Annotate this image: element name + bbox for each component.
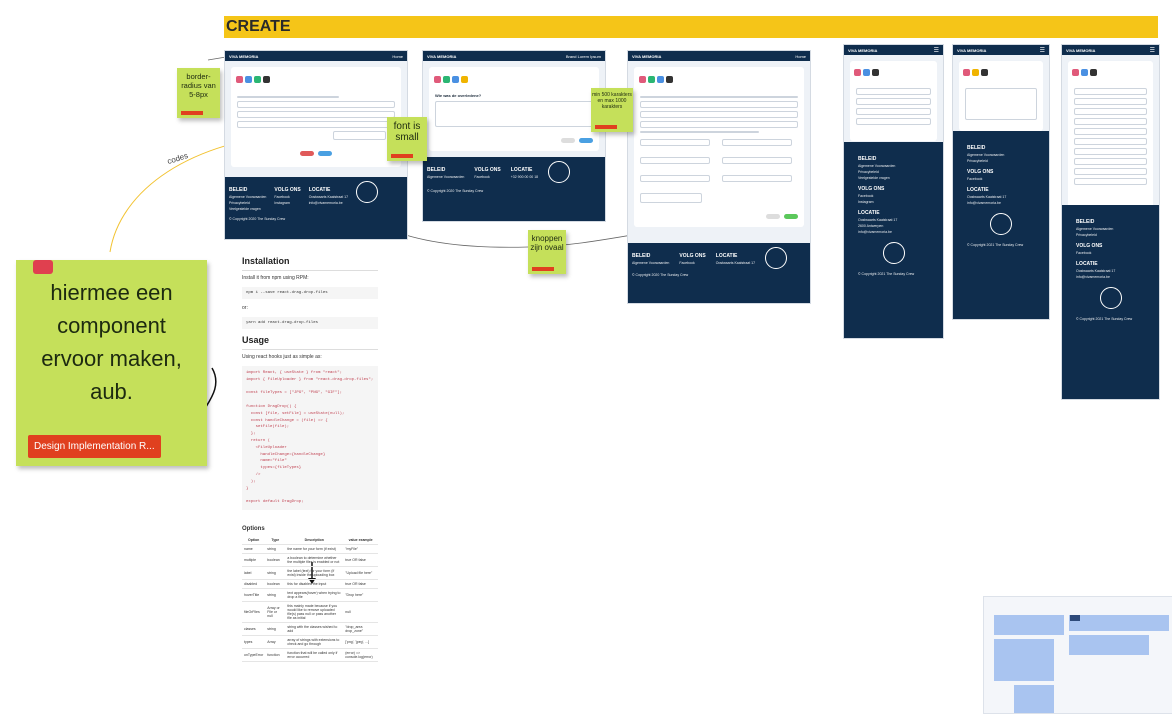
table-cell: name bbox=[242, 544, 266, 554]
table-cell: Array bbox=[265, 635, 286, 649]
bird-logo-icon bbox=[882, 242, 905, 264]
comment-icon[interactable] bbox=[33, 260, 53, 274]
sticky-note-component-request[interactable]: hiermee een component ervoor maken, aub.… bbox=[16, 260, 207, 466]
options-header: Type bbox=[265, 535, 286, 545]
table-cell: string bbox=[265, 544, 286, 554]
table-cell: a boolean to determine whether the multi… bbox=[285, 553, 344, 567]
sticky-note-font-small[interactable]: font is small bbox=[387, 117, 427, 161]
table-cell: boolean bbox=[265, 579, 286, 589]
table-cell: text appears(hover) when trying to drop … bbox=[285, 588, 344, 602]
mockup-mobile-step2[interactable]: VIVA MEMORIA ☰ BELEID Algemene Voorwaarden… bbox=[952, 44, 1050, 320]
table-cell: function bbox=[265, 648, 286, 662]
table-row: disabled boolean this for disabled the inp… bbox=[242, 579, 378, 589]
table-cell: hoverTitle bbox=[242, 588, 266, 602]
hamburger-icon[interactable]: ☰ bbox=[1150, 47, 1155, 54]
table-cell: string bbox=[265, 588, 286, 602]
yarn-cmd: yarn add react-drag-drop-files bbox=[242, 317, 378, 329]
table-row: onTypeError function function that will be… bbox=[242, 648, 378, 662]
table-cell: boolean bbox=[265, 553, 286, 567]
install-text: Install it from npm using RPM: bbox=[242, 275, 309, 281]
hamburger-icon[interactable]: ☰ bbox=[1040, 47, 1045, 54]
usage-title: Usage bbox=[242, 335, 270, 345]
table-cell: the name for your form (if exist) bbox=[285, 544, 344, 554]
sticky-note-border-radius[interactable]: border-radius van 5-8px bbox=[177, 68, 220, 118]
board-minimap[interactable] bbox=[983, 596, 1172, 714]
table-cell: disabled bbox=[242, 579, 266, 589]
table-row: name string the name for your form (if exi… bbox=[242, 544, 378, 554]
table-cell: types bbox=[242, 635, 266, 649]
options-header: Description bbox=[285, 535, 344, 545]
table-cell: "Drop here" bbox=[343, 588, 378, 602]
textarea-field[interactable] bbox=[435, 101, 593, 127]
table-cell: this mainly made because if you would li… bbox=[285, 601, 344, 623]
table-cell: "Upload file here" bbox=[343, 566, 378, 580]
table-cell: classes bbox=[242, 622, 266, 636]
mockup-desktop-step2[interactable]: VIVA MEMORIA Brand Lorem Ipsum Wie was de… bbox=[422, 50, 606, 222]
install-cmd: npm i --save react-drag-drop-files bbox=[242, 287, 378, 299]
table-cell: string bbox=[265, 566, 286, 580]
table-cell: function that will be called only if err… bbox=[285, 648, 344, 662]
table-row: multiple boolean a boolean to determine wh… bbox=[242, 553, 378, 567]
table-row: types Array array of strings with extensio… bbox=[242, 635, 378, 649]
bird-logo-icon bbox=[990, 213, 1012, 235]
table-cell: string with the classes wished to add bbox=[285, 622, 344, 636]
docs-panel: Installation Install it from npm using R… bbox=[242, 256, 378, 662]
table-cell: (error) => console.log(error) bbox=[343, 648, 378, 662]
table-row: fileOrFiles Array or File or null this mai… bbox=[242, 601, 378, 623]
table-row: classes string string with the classes wis… bbox=[242, 622, 378, 636]
table-cell: "myFile" bbox=[343, 544, 378, 554]
table-cell: ['png', 'jpeg', ...] bbox=[343, 635, 378, 649]
table-cell: multiple bbox=[242, 553, 266, 567]
table-cell: true OR false bbox=[343, 579, 378, 589]
options-header: value example bbox=[343, 535, 378, 545]
hamburger-icon[interactable]: ☰ bbox=[934, 47, 939, 54]
table-cell: the label (text) for your form (if exist… bbox=[285, 566, 344, 580]
table-row: label string the label (text) for your for… bbox=[242, 566, 378, 580]
sticky-note-buttons-oval[interactable]: knoppen zijn ovaal bbox=[528, 230, 566, 274]
mockup-mobile-step3[interactable]: VIVA MEMORIA ☰ BELEID Algemene Voorwaarden… bbox=[1061, 44, 1160, 400]
bird-logo-icon bbox=[356, 181, 379, 203]
table-cell: string bbox=[265, 622, 286, 636]
mockup-mobile-step1[interactable]: VIVA MEMORIA ☰ BELEID Algemene Voorwaarden… bbox=[843, 44, 944, 339]
bird-logo-icon bbox=[1099, 287, 1122, 309]
table-cell: "drop_area drop_zone" bbox=[343, 622, 378, 636]
mockup-desktop-step3[interactable]: VIVA MEMORIA Home BELEID Algemene Voorwaar… bbox=[627, 50, 811, 304]
table-cell: true OR false bbox=[343, 553, 378, 567]
options-table: Option Type Description value example name s… bbox=[242, 535, 378, 662]
design-implementation-tag[interactable]: Design Implementation R... bbox=[28, 435, 161, 458]
install-title: Installation bbox=[242, 256, 290, 266]
table-cell: array of strings with extensions to chec… bbox=[285, 635, 344, 649]
options-title: Options bbox=[242, 525, 265, 532]
bird-logo-icon bbox=[548, 161, 571, 183]
table-cell: fileOrFiles bbox=[242, 601, 266, 623]
brand-logo: VIVA MEMORIA bbox=[229, 53, 259, 59]
mockup-desktop-step1[interactable]: VIVA MEMORIA Home BELEID Algemene Voorwaar… bbox=[224, 50, 408, 240]
table-cell: null bbox=[343, 601, 378, 623]
table-cell: Array or File or null bbox=[265, 601, 286, 623]
bird-logo-icon bbox=[765, 247, 788, 269]
table-row: hoverTitle string text appears(hover) when… bbox=[242, 588, 378, 602]
options-header: Option bbox=[242, 535, 266, 545]
sticky-note-characters[interactable]: min 500 karakters en max 1000 karakters bbox=[591, 88, 633, 132]
usage-code-block: import React, { useState } from "react";… bbox=[242, 366, 378, 510]
table-cell: this for disabled the input bbox=[285, 579, 344, 589]
table-cell: onTypeError bbox=[242, 648, 266, 662]
table-cell: label bbox=[242, 566, 266, 580]
